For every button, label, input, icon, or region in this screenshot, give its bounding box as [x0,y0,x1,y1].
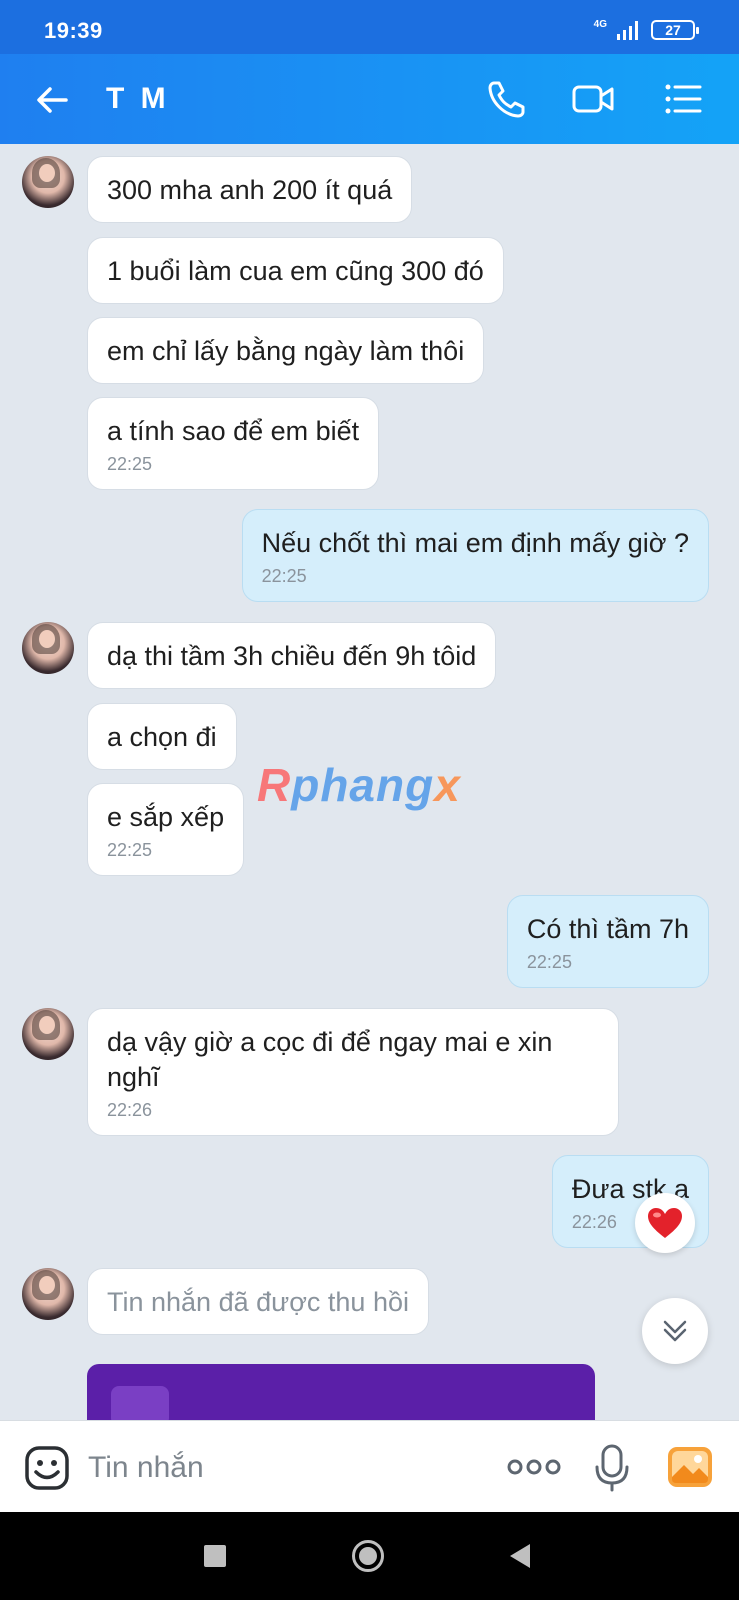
nav-recents-icon[interactable] [193,1534,237,1578]
network-type: 4G [593,18,607,30]
contact-name[interactable]: T M [106,82,170,116]
message-text: a tính sao để em biết [107,416,360,446]
message-time: 22:25 [107,840,153,860]
message-bubble-outgoing[interactable]: Nếu chốt thì mai em định mấy giờ ? 22:25 [241,509,709,602]
message-text: Có thì tầm 7h [526,914,689,944]
scroll-to-bottom-button[interactable] [642,1298,708,1364]
message-text: 1 buổi làm cua em cũng 300 đó [107,256,484,286]
chevron-double-down-icon [663,1320,687,1342]
battery-indicator: 27 [651,20,699,40]
avatar[interactable] [22,1008,74,1060]
message-input[interactable] [88,1449,468,1487]
phone-icon[interactable] [484,76,530,122]
attachment-card[interactable] [87,1364,595,1420]
back-arrow-icon[interactable] [32,80,72,120]
menu-list-icon[interactable] [660,76,706,122]
system-nav-bar [0,1512,739,1600]
message-text: Nếu chốt thì mai em định mấy giờ ? [261,528,689,558]
message-text: em chỉ lấy bằng ngày làm thôi [107,336,465,366]
message-time: 22:25 [107,454,153,474]
message-bubble[interactable]: 300 mha anh 200 ít quá [87,156,413,223]
heart-reaction-icon[interactable] [635,1193,695,1253]
message-text: dạ thi tầm 3h chiều đến 9h tôid [107,641,477,671]
avatar[interactable] [22,622,74,674]
message-bubble[interactable]: em chỉ lấy bằng ngày làm thôi [87,317,485,384]
emoji-icon[interactable] [24,1445,70,1491]
microphone-icon[interactable] [594,1443,630,1493]
avatar[interactable] [22,1268,74,1320]
status-indicators: 4G 27 [593,18,699,40]
message-text: Tin nhắn đã được thu hồi [107,1287,409,1317]
message-time: 22:25 [526,952,572,972]
avatar[interactable] [22,156,74,208]
status-bar: 19:39 4G 27 [0,0,739,54]
message-bubble[interactable]: a chọn đi [87,703,237,770]
more-dots-icon[interactable] [506,1455,562,1479]
message-time: 22:26 [107,1100,153,1120]
message-bubble[interactable]: a tính sao để em biết 22:25 [87,397,380,490]
message-text: a chọn đi [107,722,217,752]
message-composer [0,1420,739,1512]
message-bubble-outgoing[interactable]: Có thì tầm 7h 22:25 [506,895,709,988]
gallery-icon[interactable] [666,1445,714,1489]
message-bubble[interactable]: dạ thi tầm 3h chiều đến 9h tôid [87,622,497,689]
message-text: dạ vậy giờ a cọc đi để ngay mai e xin ng… [107,1027,553,1092]
status-time: 19:39 [44,18,103,43]
message-bubble[interactable]: 1 buổi làm cua em cũng 300 đó [87,237,504,304]
signal-icon [617,21,638,40]
nav-back-icon[interactable] [498,1534,542,1578]
nav-home-icon[interactable] [346,1534,390,1578]
recalled-message-bubble[interactable]: Tin nhắn đã được thu hồi [87,1268,429,1335]
message-text: 300 mha anh 200 ít quá [107,175,393,205]
message-list[interactable]: 300 mha anh 200 ít quá 1 buổi làm cua em… [0,144,739,1420]
message-bubble[interactable]: dạ vậy giờ a cọc đi để ngay mai e xin ng… [87,1008,619,1136]
message-bubble[interactable]: e sắp xếp 22:25 [87,783,245,876]
chat-header: T M [0,54,739,144]
message-text: e sắp xếp [107,802,225,832]
watermark-logo: Rphangx [257,759,461,811]
message-time: 22:25 [261,566,307,586]
video-call-icon[interactable] [570,76,616,122]
